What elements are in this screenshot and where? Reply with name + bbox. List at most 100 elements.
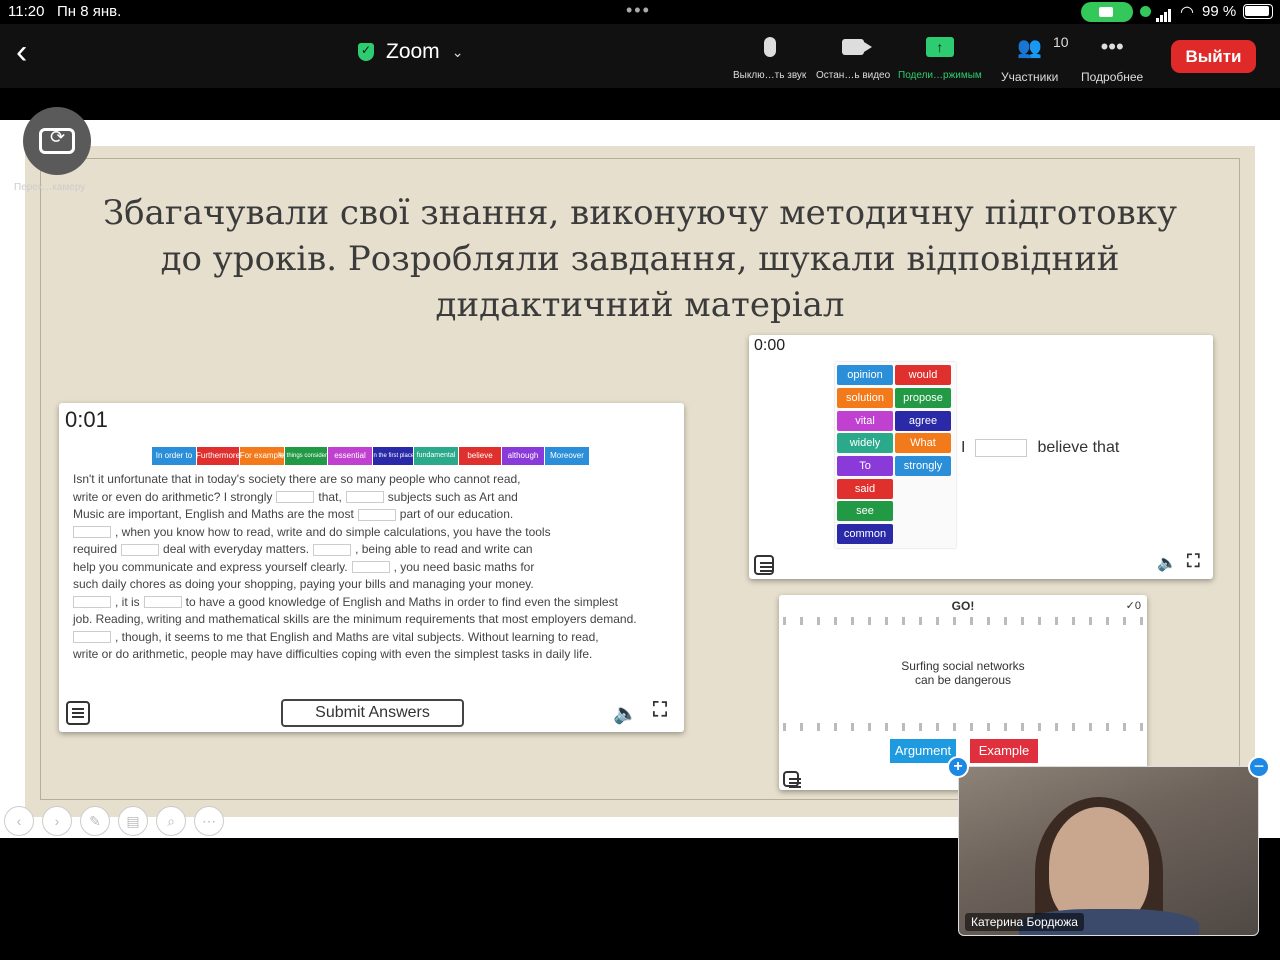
passage-line: job. Reading, writing and mathematical s… — [73, 612, 637, 626]
answer-blank[interactable] — [73, 596, 111, 609]
clock: 11:20 — [8, 3, 45, 20]
answer-blank[interactable] — [143, 596, 182, 609]
self-video-tile[interactable]: Катерина Бордюжа — [958, 766, 1259, 936]
argument-button[interactable]: Argument — [890, 739, 956, 763]
microphone-icon — [763, 37, 776, 57]
status-bar: 11:20 Пн 8 янв. ••• ◠ 99 % — [0, 0, 1280, 24]
grid-word-button[interactable]: solution — [837, 388, 893, 408]
grid-word-button[interactable]: widely — [837, 433, 893, 453]
date: Пн 8 янв. — [57, 3, 122, 20]
pages-icon[interactable]: ▤ — [118, 806, 148, 836]
grid-word-button[interactable]: see — [837, 501, 893, 521]
switch-camera-button[interactable] — [23, 107, 91, 175]
answer-blank[interactable] — [73, 526, 111, 539]
grid-word-button[interactable]: What — [895, 433, 951, 453]
add-plus-icon[interactable]: + — [947, 756, 969, 778]
fill-blanks-exercise: 0:01 In order to Furthermore For example… — [59, 403, 684, 732]
lane-divider — [783, 617, 1145, 625]
answer-blank[interactable] — [73, 631, 111, 644]
passage-text-run: that, — [318, 489, 342, 504]
word-chip[interactable]: fundamental — [414, 447, 458, 465]
camera-in-use-icon — [1081, 2, 1133, 22]
submit-answers-button[interactable]: Submit Answers — [281, 699, 464, 727]
passage-text-run: , it is — [115, 594, 140, 609]
answer-blank[interactable] — [121, 543, 160, 556]
speaker-icon[interactable]: 🔈 — [1157, 553, 1177, 573]
more-button[interactable]: ••• Подробнее — [1081, 32, 1143, 84]
privacy-dot-icon — [1140, 6, 1151, 17]
sentence-prompt: I believe that — [961, 439, 1119, 457]
participants-button[interactable]: 👥 10 Участники — [1001, 32, 1069, 84]
menu-icon[interactable] — [783, 771, 801, 787]
word-bank: In order to Furthermore For example All … — [152, 447, 589, 465]
grid-word-button[interactable]: propose — [895, 388, 951, 408]
meeting-title[interactable]: Zoom ⌄ — [358, 40, 463, 64]
magnifier-icon[interactable]: ⌕ — [156, 806, 186, 836]
passage-text-run: , being able to read and write can — [355, 542, 533, 556]
grid-word-button[interactable]: To — [837, 456, 893, 476]
answer-blank[interactable] — [276, 491, 315, 504]
passage-text-run: , you need basic maths for — [393, 559, 535, 574]
grid-word-button[interactable]: strongly — [895, 456, 951, 476]
example-button[interactable]: Example — [970, 739, 1038, 763]
word-chip[interactable]: although — [502, 447, 544, 465]
passage-line: such daily chores as doing your shopping… — [73, 577, 534, 591]
shared-screen: Збагачували свої знання, виконуючу метод… — [0, 107, 1280, 838]
back-chevron-icon[interactable]: ‹ — [16, 34, 46, 70]
grid-word-button[interactable]: would — [895, 365, 951, 385]
next-slide-icon[interactable]: › — [42, 806, 72, 836]
word-chip[interactable]: In order to — [152, 447, 196, 465]
pen-icon[interactable]: ✎ — [80, 806, 110, 836]
participants-icon: 👥 — [1017, 36, 1043, 59]
score-counter: ✓0 — [1125, 600, 1141, 612]
passage-text-run: part of our education. — [399, 507, 514, 521]
passage-text: Isn't it unfortunate that in today's soc… — [73, 471, 683, 664]
slide-title-line: до уроків. Розробляли завдання, шукали в… — [160, 239, 1120, 279]
exercise-timer: 0:01 — [65, 407, 108, 432]
answer-blank[interactable] — [345, 491, 384, 504]
slide-title: Збагачували свої знання, виконуючу метод… — [80, 190, 1200, 328]
exercise-timer: 0:00 — [754, 337, 786, 354]
menu-icon[interactable] — [754, 555, 774, 575]
switch-camera-label: Перек…камеру — [14, 182, 86, 193]
passage-text-run: help you communicate and express yoursel… — [73, 559, 348, 574]
cellular-signal-icon — [1156, 5, 1172, 22]
multitask-dots-icon[interactable]: ••• — [626, 0, 651, 21]
word-chip[interactable]: Moreover — [545, 447, 589, 465]
speaker-icon[interactable]: 🔈 — [613, 701, 638, 726]
grid-word-button[interactable]: common — [837, 524, 893, 544]
falling-statement: Surfing social networks can be dangerous — [779, 659, 1147, 687]
sentence-start: I — [961, 439, 966, 456]
previous-slide-icon[interactable]: ‹ — [4, 806, 34, 836]
video-camera-icon — [842, 39, 873, 55]
grid-word-button[interactable]: said — [837, 479, 893, 499]
slide-title-line: Збагачували свої знання, виконуючу метод… — [102, 193, 1178, 233]
grid-word-button[interactable]: vital — [837, 411, 893, 431]
word-chip[interactable]: In the first place — [372, 447, 414, 465]
passage-text-run: Music are important, English and Maths a… — [73, 507, 354, 521]
leave-meeting-button[interactable]: Выйти — [1171, 40, 1256, 73]
word-chip[interactable]: Furthermore — [196, 447, 240, 465]
answer-blank[interactable] — [975, 439, 1028, 457]
statement-line: Surfing social networks — [901, 659, 1025, 673]
grid-word-button[interactable]: agree — [895, 411, 951, 431]
menu-icon[interactable] — [66, 701, 90, 725]
stop-video-button[interactable]: Остан…ь видео — [816, 32, 890, 81]
fullscreen-icon[interactable]: ⛶ — [1187, 551, 1200, 572]
share-content-button[interactable]: ↑ Подели…ржимым — [898, 32, 982, 81]
word-chip[interactable]: All things considered — [278, 447, 334, 465]
answer-blank[interactable] — [313, 543, 352, 556]
word-chip[interactable]: essential — [328, 447, 372, 465]
app-title: Zoom — [386, 40, 440, 63]
more-options-icon[interactable]: ⋯ — [194, 806, 224, 836]
more-label: Подробнее — [1081, 70, 1144, 84]
fullscreen-icon[interactable]: ⛶ — [653, 699, 667, 722]
passage-text-run: , though, it seems to me that English an… — [115, 629, 599, 644]
passage-line: write or do arithmetic, people may have … — [73, 647, 593, 661]
grid-word-button[interactable]: opinion — [837, 365, 893, 385]
minimize-video-icon[interactable]: − — [1248, 756, 1270, 778]
mute-button[interactable]: Выклю…ть звук — [733, 32, 806, 81]
word-chip[interactable]: believe — [459, 447, 501, 465]
answer-blank[interactable] — [351, 561, 390, 574]
answer-blank[interactable] — [357, 508, 396, 521]
